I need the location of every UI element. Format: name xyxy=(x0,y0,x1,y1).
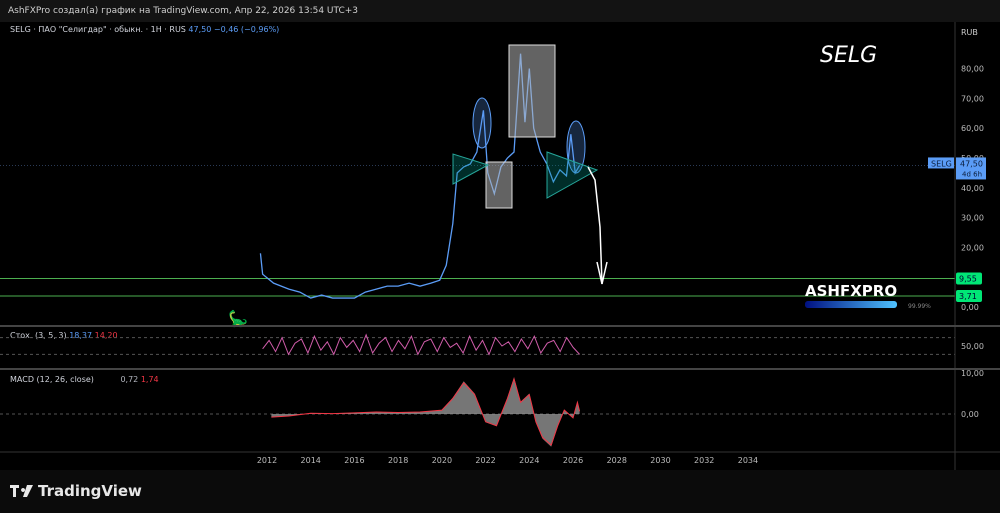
rectangle-top[interactable] xyxy=(508,44,556,138)
ellipse-left[interactable] xyxy=(472,97,492,149)
macd-signal-line xyxy=(271,377,581,447)
price-tick-label: 70,00 xyxy=(961,94,984,103)
triangle-left[interactable] xyxy=(452,153,490,185)
price-tick-label: 20,00 xyxy=(961,243,984,252)
ticker-text: SELG xyxy=(820,43,877,68)
time-tick-label: 2020 xyxy=(432,456,452,465)
stoch-tick-label: 50,00 xyxy=(961,342,984,351)
time-tick-label: 2030 xyxy=(650,456,670,465)
time-tick-label: 2028 xyxy=(607,456,627,465)
macd-tick-label: 10,00 xyxy=(961,369,984,378)
axes: RUB 80,00 70,00 60,00 50,00 40,00 30,00 20,00 0,… xyxy=(0,22,1000,470)
level-value-2: 3,71 xyxy=(959,292,977,301)
price-tick-label: 80,00 xyxy=(961,65,984,74)
last-price-value: 47,50 xyxy=(960,159,983,168)
tradingview-logo[interactable]: TradingView xyxy=(10,482,142,500)
time-tick-label: 2026 xyxy=(563,456,583,465)
logo-percent: 99.99% xyxy=(908,303,931,310)
brand-text: TradingView xyxy=(38,482,142,500)
bar-countdown: 4d 6h xyxy=(962,170,982,178)
time-tick-label: 2016 xyxy=(344,456,364,465)
level-value-1: 9,55 xyxy=(959,275,977,284)
tradingview-logo-icon xyxy=(10,485,33,497)
macd-tick-label: 0,00 xyxy=(961,410,979,419)
price-tick-label: 0,00 xyxy=(961,303,979,312)
price-tick-label: 30,00 xyxy=(961,214,984,223)
time-tick-label: 2012 xyxy=(257,456,277,465)
chart-area[interactable]: SELG · ПАО "Селигдар" · обыкн. · 1H · RU… xyxy=(0,22,1000,470)
time-tick-label: 2014 xyxy=(301,456,321,465)
price-tick-label: 40,00 xyxy=(961,184,984,193)
plot-svg[interactable]: SELG ASHFXPRO 99.99% 🦕 RUB 80,00 70,00 60,0… xyxy=(0,22,1000,470)
forecast-arrow[interactable] xyxy=(587,166,603,285)
last-symbol-label: SELG xyxy=(931,159,952,168)
footer: TradingView xyxy=(0,470,1000,513)
time-tick-label: 2022 xyxy=(475,456,495,465)
logo-progress-fill xyxy=(805,301,897,308)
time-tick-label: 2032 xyxy=(694,456,714,465)
header-title: AshFXPro создал(а) график на TradingView… xyxy=(8,6,359,16)
annotations: SELG ASHFXPRO 99.99% 🦕 xyxy=(228,43,931,328)
time-tick-label: 2034 xyxy=(738,456,758,465)
currency-label: RUB xyxy=(961,28,978,37)
logo-text: ASHFXPRO xyxy=(805,282,897,300)
rectangle-mid[interactable] xyxy=(485,161,513,209)
time-tick-label: 2024 xyxy=(519,456,539,465)
price-tick-label: 60,00 xyxy=(961,124,984,133)
chart-header: AshFXPro создал(а) график на TradingView… xyxy=(0,0,1000,22)
time-tick-label: 2018 xyxy=(388,456,408,465)
